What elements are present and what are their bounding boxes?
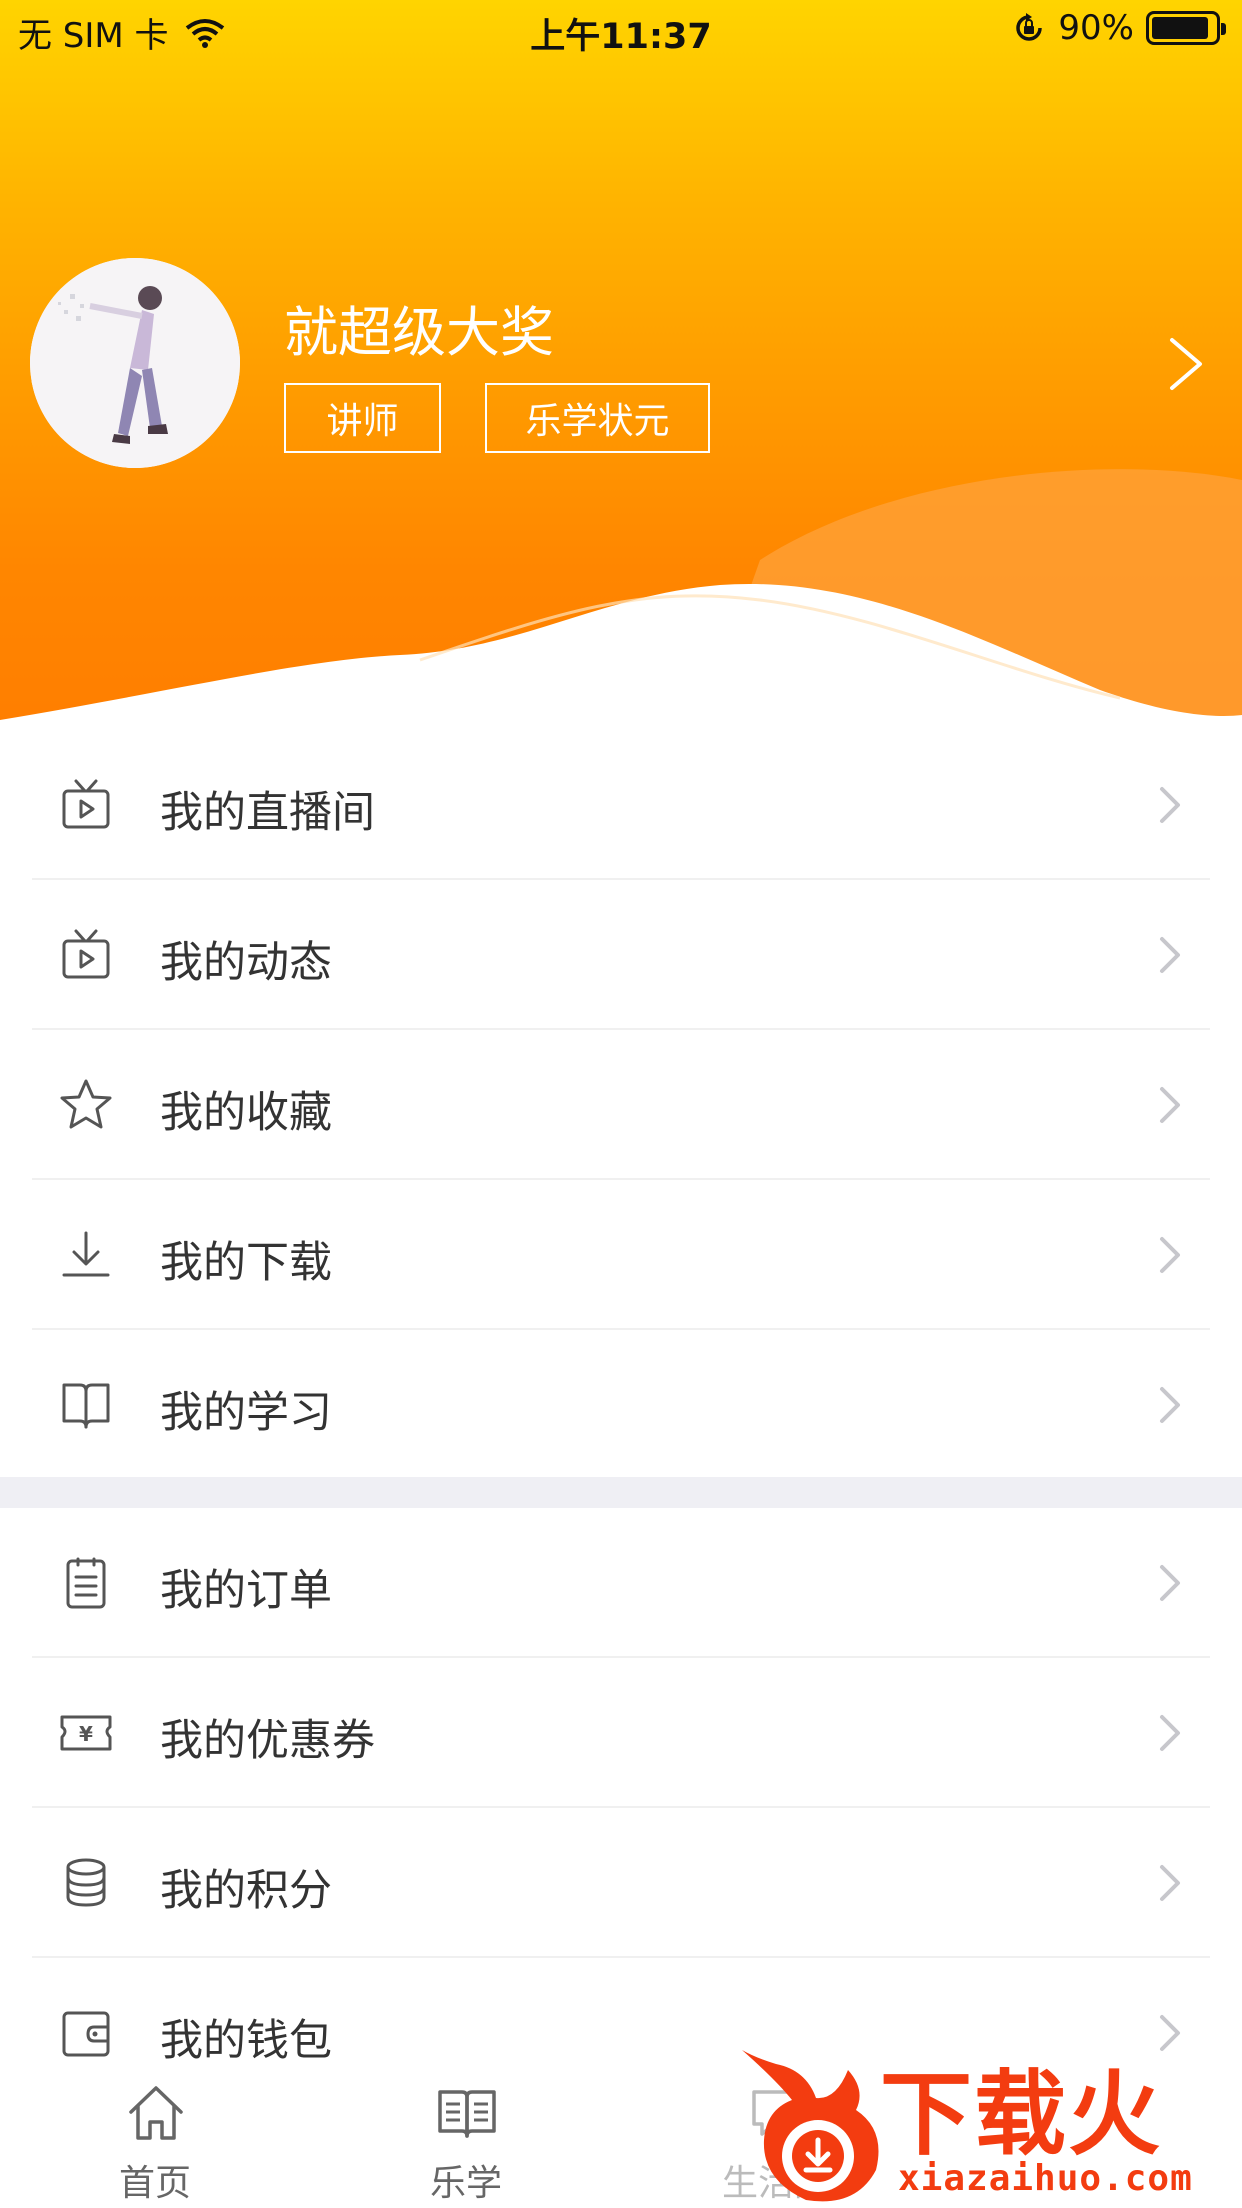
- chevron-right-icon: [1160, 787, 1180, 823]
- wallet-icon: [62, 2011, 110, 2057]
- home-icon: [129, 2086, 183, 2140]
- coins-icon: [66, 1858, 106, 1907]
- menu-item-downloads[interactable]: 我的下载: [0, 1180, 1242, 1330]
- profile-header: 无 SIM 卡 上午11:37 90% 就超级大奖 讲师 乐学状元: [0, 0, 1242, 730]
- orientation-lock-icon: [1016, 13, 1043, 41]
- section-separator: [0, 1477, 1242, 1508]
- tab-home[interactable]: 首页: [55, 2060, 255, 2208]
- menu-item-favorites[interactable]: 我的收藏: [0, 1030, 1242, 1180]
- menu-item-orders[interactable]: 我的订单: [0, 1508, 1242, 1658]
- star-icon: [60, 1079, 112, 1129]
- tv-play-icon: [62, 779, 110, 829]
- menu-label: 我的积分: [160, 1866, 332, 1916]
- chevron-right-icon: [1160, 937, 1180, 973]
- clipboard-icon: [66, 1557, 106, 1609]
- battery-fill: [1152, 17, 1208, 39]
- menu-label: 我的动态: [160, 938, 332, 988]
- open-book-icon: [62, 1383, 110, 1429]
- tv-play-icon: [62, 929, 110, 979]
- chevron-right-icon: [1160, 1087, 1180, 1123]
- status-bar: 无 SIM 卡 上午11:37 90%: [0, 0, 1242, 62]
- status-right: 90%: [1012, 8, 1226, 48]
- watermark-url: xiazaihuo.com: [898, 2158, 1193, 2199]
- menu-label: 我的订单: [160, 1566, 332, 1616]
- menu-label: 我的直播间: [160, 788, 375, 838]
- menu-group-secondary: 我的订单 ¥ 我的优惠券 我的积分 我的钱包: [0, 1508, 1242, 2108]
- chevron-right-icon: [1160, 1565, 1180, 1601]
- coupon-icon: ¥: [60, 1715, 112, 1751]
- chevron-right-icon: [1160, 1715, 1180, 1751]
- chevron-right-icon: [1160, 1865, 1180, 1901]
- svg-text:¥: ¥: [79, 1722, 93, 1746]
- menu-label: 我的收藏: [160, 1088, 332, 1138]
- menu-item-points[interactable]: 我的积分: [0, 1808, 1242, 1958]
- avatar[interactable]: [30, 258, 240, 468]
- menu-item-live-room[interactable]: 我的直播间: [0, 730, 1242, 880]
- menu-group-primary: 我的直播间 我的动态 我的收藏 我的下载 我的学习: [0, 730, 1242, 1480]
- profile-tags: 讲师 乐学状元: [284, 383, 710, 453]
- download-icon: [62, 1231, 110, 1277]
- chevron-right-icon: [1160, 1387, 1180, 1423]
- watermark-text: 下载火: [880, 2061, 1163, 2168]
- username: 就超级大奖: [284, 301, 554, 364]
- tab-label: 首页: [118, 2163, 191, 2204]
- menu-item-coupons[interactable]: ¥ 我的优惠券: [0, 1658, 1242, 1808]
- tag-lecturer: 讲师: [284, 383, 441, 453]
- menu-label: 我的下载: [160, 1238, 332, 1288]
- chevron-right-icon: [1160, 1237, 1180, 1273]
- flame-logo-icon: [742, 2050, 879, 2202]
- tab-learn[interactable]: 乐学: [366, 2060, 566, 2208]
- menu-label: 我的钱包: [160, 2016, 332, 2066]
- book-icon: [438, 2090, 496, 2138]
- menu-item-learning[interactable]: 我的学习: [0, 1330, 1242, 1480]
- battery-percent: 90%: [1058, 8, 1134, 48]
- battery-icon: [1146, 11, 1226, 45]
- menu-item-moments[interactable]: 我的动态: [0, 880, 1242, 1030]
- profile-chevron-right-icon[interactable]: [1166, 336, 1206, 392]
- avatar-illustration: [30, 258, 240, 468]
- menu-label: 我的优惠券: [160, 1716, 375, 1766]
- watermark-logo: 下载火 xiazaihuo.com: [736, 2040, 1242, 2208]
- tag-champion: 乐学状元: [485, 383, 710, 453]
- menu-label: 我的学习: [160, 1388, 332, 1438]
- tab-label: 乐学: [429, 2163, 502, 2204]
